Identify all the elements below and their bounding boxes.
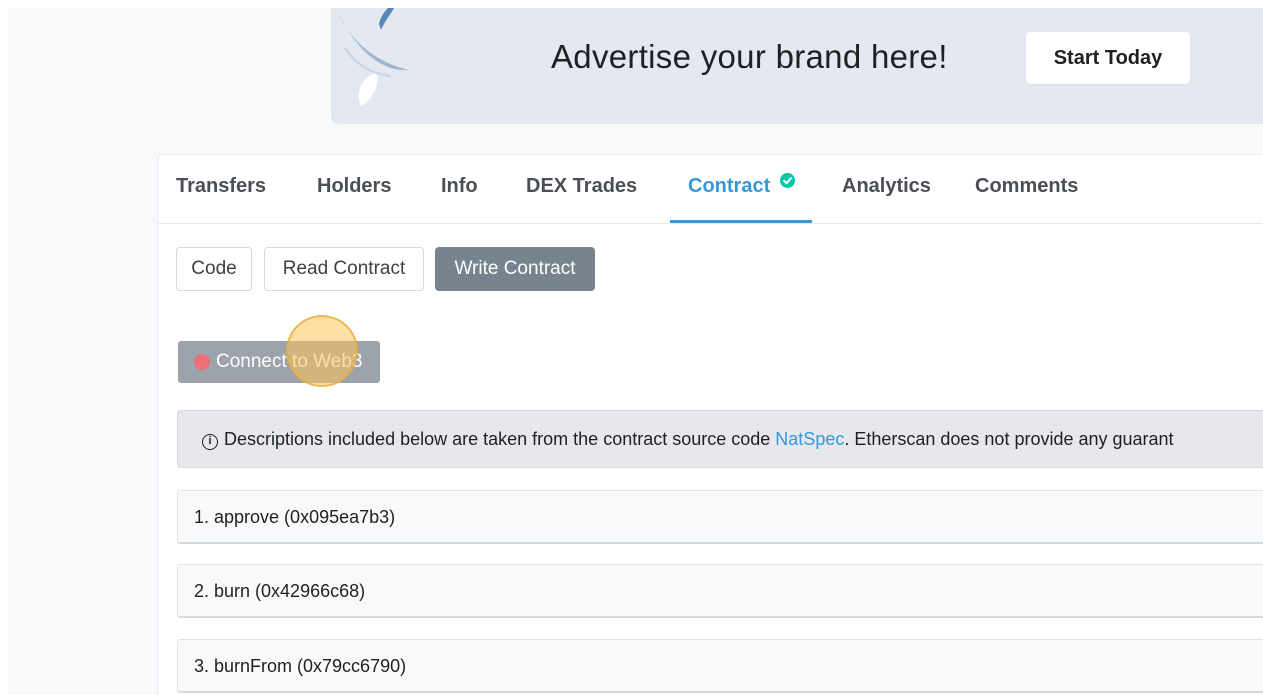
tab-dex-trades[interactable]: DEX Trades <box>526 175 637 198</box>
disconnected-status-dot <box>194 354 210 370</box>
function-label: 3. burnFrom (0x79cc6790) <box>194 656 407 676</box>
function-burnfrom[interactable]: 3. burnFrom (0x79cc6790) <box>177 639 1263 693</box>
tab-info[interactable]: Info <box>441 175 478 198</box>
code-button[interactable]: Code <box>176 247 252 291</box>
active-tab-indicator <box>670 220 812 223</box>
page: Advertise your brand here! Start Today T… <box>8 8 1263 695</box>
start-today-button[interactable]: Start Today <box>1026 32 1190 84</box>
natspec-link[interactable]: NatSpec <box>775 429 844 449</box>
tab-analytics[interactable]: Analytics <box>842 175 931 198</box>
tab-comments[interactable]: Comments <box>975 175 1078 198</box>
natspec-info-alert: i Descriptions included below are taken f… <box>177 410 1263 468</box>
ad-headline: Advertise your brand here! <box>551 38 948 75</box>
token-details-card: Transfers Holders Info DEX Trades Contra… <box>157 154 1263 695</box>
write-contract-button[interactable]: Write Contract <box>435 247 595 291</box>
tab-transfers[interactable]: Transfers <box>176 175 266 198</box>
function-label: 1. approve (0x095ea7b3) <box>194 507 396 527</box>
function-approve[interactable]: 1. approve (0x095ea7b3) <box>177 490 1263 544</box>
info-icon: i <box>202 434 218 450</box>
leaf-logo-icon <box>337 8 409 106</box>
connect-label: Connect to Web3 <box>216 351 363 372</box>
info-text-suffix: . Etherscan does not provide any guarant <box>844 429 1174 449</box>
tab-bar: Transfers Holders Info DEX Trades Contra… <box>158 155 1263 224</box>
function-label: 2. burn (0x42966c68) <box>194 581 366 601</box>
verified-check-icon <box>780 173 795 188</box>
tab-holders[interactable]: Holders <box>317 175 391 198</box>
function-burn[interactable]: 2. burn (0x42966c68) <box>177 564 1263 618</box>
info-text-prefix: Descriptions included below are taken fr… <box>224 429 776 449</box>
connect-to-web3-button[interactable]: Connect to Web3 <box>178 341 380 383</box>
ad-banner[interactable]: Advertise your brand here! Start Today <box>331 8 1263 124</box>
read-contract-button[interactable]: Read Contract <box>264 247 424 291</box>
tab-contract[interactable]: Contract <box>688 175 770 198</box>
